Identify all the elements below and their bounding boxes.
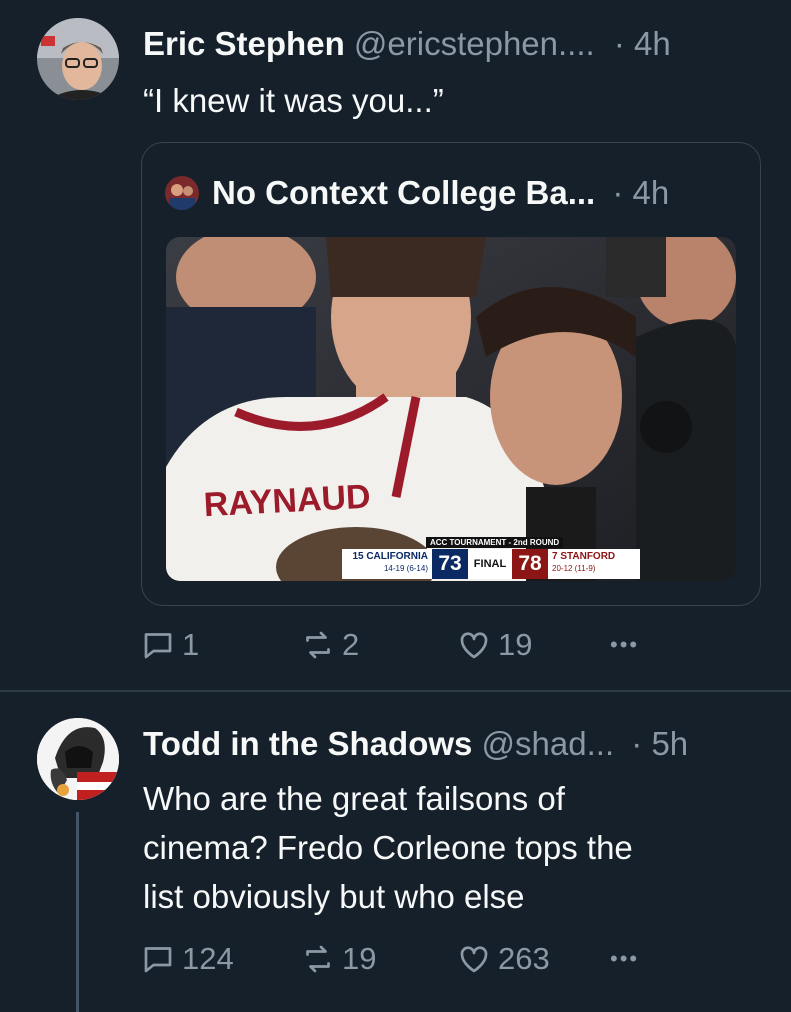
retweet-button[interactable]: 19	[300, 936, 376, 982]
more-icon: •••	[610, 632, 640, 657]
quoted-tweet-header: No Context College Ba... · 4h	[212, 173, 669, 213]
like-button[interactable]: 19	[456, 622, 532, 668]
avatar[interactable]	[37, 718, 119, 800]
reply-count: 124	[182, 941, 234, 976]
home-score: 78	[512, 549, 548, 579]
more-button[interactable]: •••	[610, 936, 639, 982]
tweet[interactable]: Eric Stephen @ericstephen.... · 4h “I kn…	[0, 0, 791, 690]
handle[interactable]: @shad...	[482, 725, 615, 762]
away-score: 73	[432, 549, 468, 579]
tweet-actions: 1 2 19 •••	[140, 622, 700, 668]
like-count: 263	[498, 941, 550, 976]
handle[interactable]: @ericstephen....	[354, 25, 595, 62]
timestamp: · 4h	[612, 174, 670, 211]
like-icon	[460, 946, 488, 973]
tweet-text-line: Who are the great failsons of	[143, 780, 565, 817]
reply-icon	[144, 947, 172, 973]
like-icon	[460, 632, 488, 659]
scoreboard: ACC TOURNAMENT - 2nd ROUND 15 CALIFORNIA…	[342, 537, 642, 581]
reply-count: 1	[182, 627, 200, 662]
event-label: ACC TOURNAMENT - 2nd ROUND	[426, 537, 564, 548]
display-name[interactable]: Todd in the Shadows	[143, 725, 472, 762]
home-team-box: 7 STANFORD 20-12 (11-9)	[548, 549, 640, 579]
display-name[interactable]: Eric Stephen	[143, 25, 345, 62]
more-icon: •••	[610, 946, 640, 971]
home-record: 20-12 (11-9)	[552, 564, 596, 573]
tweet-text: Who are the great failsons of cinema? Fr…	[143, 774, 633, 921]
media-image[interactable]: RAYNAUD ACC TOURNAMENT - 2nd ROUND 15 CA…	[166, 237, 736, 581]
retweet-icon	[306, 631, 330, 659]
tweet-actions: 124 19 263 •••	[140, 936, 700, 982]
tweet-text-line: list obviously but who else	[143, 878, 525, 915]
quoted-tweet[interactable]: No Context College Ba... · 4h RAYNAUD AC…	[141, 142, 761, 606]
tweet-text-line: cinema? Fredo Corleone tops the	[143, 829, 633, 866]
retweet-icon	[306, 945, 330, 973]
tweet-header: Todd in the Shadows @shad... · 5h	[143, 724, 688, 764]
tweet-text: “I knew it was you...”	[143, 82, 444, 119]
timestamp[interactable]: · 4h	[614, 25, 671, 62]
like-button[interactable]: 263	[456, 936, 550, 982]
retweet-button[interactable]: 2	[300, 622, 359, 668]
home-team: 7 STANFORD	[552, 551, 616, 562]
away-team-box: 15 CALIFORNIA 14-19 (6-14)	[342, 549, 432, 579]
retweet-count: 19	[342, 941, 377, 976]
timestamp[interactable]: · 5h	[631, 725, 688, 762]
reply-icon	[144, 633, 172, 659]
avatar	[165, 176, 199, 210]
thread-line	[76, 812, 79, 1012]
more-button[interactable]: •••	[610, 622, 639, 668]
reply-button[interactable]: 1	[140, 622, 199, 668]
display-name: No Context College Ba...	[212, 174, 596, 211]
reply-button[interactable]: 124	[140, 936, 234, 982]
retweet-count: 2	[342, 627, 360, 662]
away-team: 15 CALIFORNIA	[352, 551, 428, 562]
away-record: 14-19 (6-14)	[383, 564, 428, 573]
like-count: 19	[498, 627, 533, 662]
tweet[interactable]: Todd in the Shadows @shad... · 5h Who ar…	[0, 692, 791, 1012]
game-status: FINAL	[468, 549, 512, 579]
avatar[interactable]	[37, 18, 119, 100]
tweet-header: Eric Stephen @ericstephen.... · 4h	[143, 24, 671, 64]
